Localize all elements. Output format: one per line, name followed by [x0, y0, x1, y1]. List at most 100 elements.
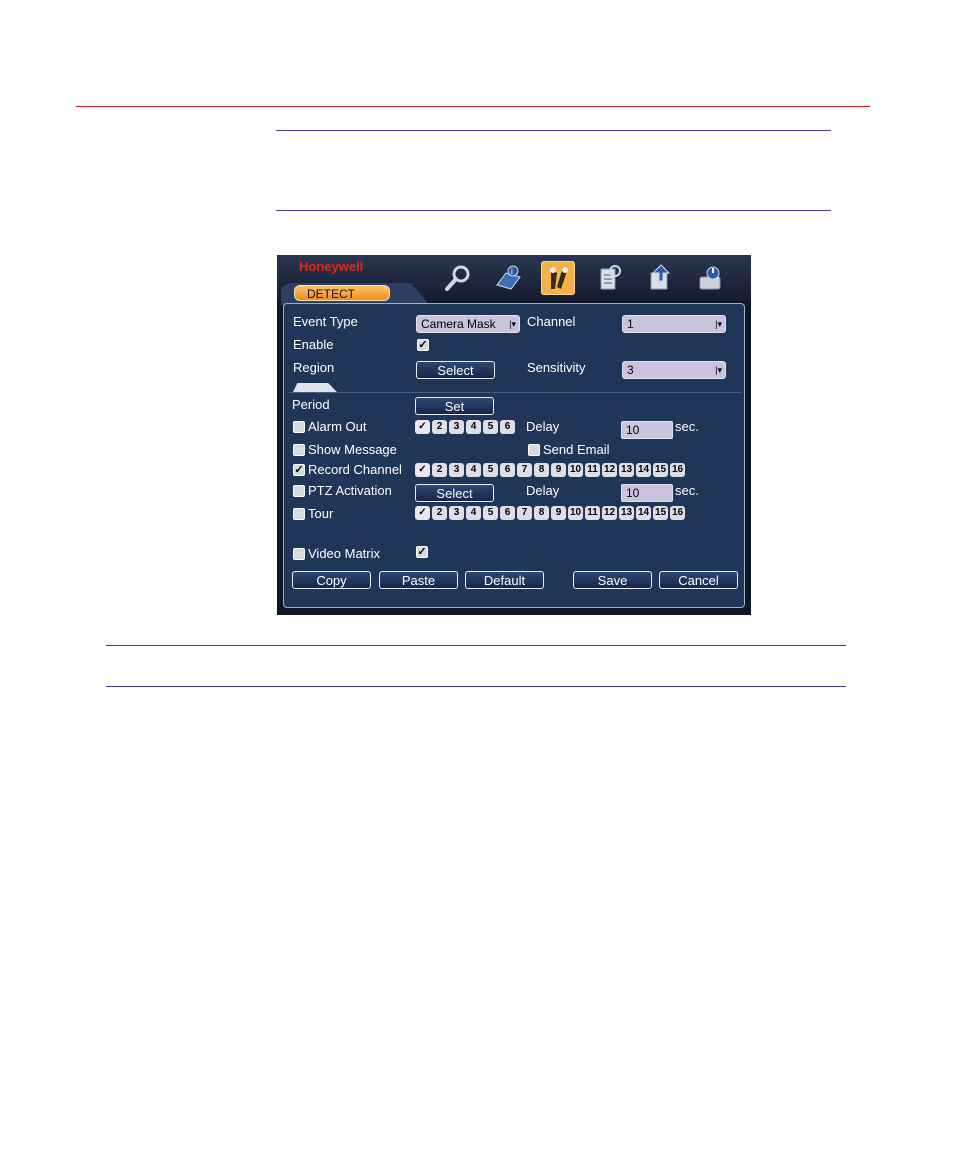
alarm-out-channel-3[interactable]: 3	[449, 420, 464, 434]
tour-channel-6[interactable]: 6	[500, 506, 515, 520]
record-channel-11[interactable]: 11	[585, 463, 600, 477]
cancel-button[interactable]: Cancel	[659, 571, 738, 589]
save-button[interactable]: Save	[573, 571, 652, 589]
alarm-out-channel-5[interactable]: 5	[483, 420, 498, 434]
tour-channel-15[interactable]: 15	[653, 506, 668, 520]
tour-channel-16[interactable]: 16	[670, 506, 685, 520]
tour-channel-12[interactable]: 12	[602, 506, 617, 520]
video-matrix-checkbox[interactable]	[293, 548, 305, 560]
video-matrix-value-checkbox[interactable]: ✓	[416, 546, 428, 558]
chevron-down-icon: |▾	[715, 319, 722, 329]
record-channel-4[interactable]: 4	[466, 463, 481, 477]
search-icon[interactable]	[441, 261, 475, 295]
record-channel-10[interactable]: 10	[568, 463, 583, 477]
info-icon[interactable]: i	[491, 261, 525, 295]
copy-button[interactable]: Copy	[292, 571, 371, 589]
default-button[interactable]: Default	[465, 571, 544, 589]
alarm-out-checkbox[interactable]	[293, 421, 305, 433]
event-type-label: Event Type	[293, 314, 358, 329]
channel-value: 1	[627, 317, 634, 331]
tour-channel-13[interactable]: 13	[619, 506, 634, 520]
tour-channels: ✓ 2 3 4 5 6 7 8 9 10 11 12 13 14 15 16	[415, 506, 685, 520]
send-email-checkbox[interactable]	[528, 444, 540, 456]
tour-channel-1[interactable]: ✓	[415, 506, 430, 520]
alarm-out-channels: ✓ 2 3 4 5 6	[415, 420, 515, 434]
record-channel-checkbox[interactable]: ✓	[293, 464, 305, 476]
record-channels: ✓ 2 3 4 5 6 7 8 9 10 11 12 13 14 15 16	[415, 463, 685, 477]
tour-channel-5[interactable]: 5	[483, 506, 498, 520]
show-message-label: Show Message	[308, 442, 397, 457]
alarm-out-channel-2[interactable]: 2	[432, 420, 447, 434]
sensitivity-label: Sensitivity	[527, 360, 586, 375]
note-rule-top	[276, 130, 831, 131]
alarm-out-channel-1[interactable]: ✓	[415, 420, 430, 434]
send-email-label: Send Email	[543, 442, 610, 457]
record-channel-12[interactable]: 12	[602, 463, 617, 477]
record-channel-1[interactable]: ✓	[415, 463, 430, 477]
caption-rule-bottom	[106, 686, 846, 687]
tour-channel-3[interactable]: 3	[449, 506, 464, 520]
record-channel-14[interactable]: 14	[636, 463, 651, 477]
period-set-button[interactable]: Set	[415, 397, 494, 415]
period-label: Period	[292, 397, 330, 412]
tab-detect[interactable]: DETECT	[294, 285, 390, 301]
svg-text:i: i	[511, 267, 513, 276]
sensitivity-value: 3	[627, 363, 634, 377]
channel-select[interactable]: 1 |▾	[622, 315, 726, 333]
chevron-down-icon: |▾	[509, 319, 516, 329]
tour-channel-8[interactable]: 8	[534, 506, 549, 520]
delay-unit-2: sec.	[675, 483, 699, 498]
paste-button[interactable]: Paste	[379, 571, 458, 589]
tour-channel-2[interactable]: 2	[432, 506, 447, 520]
show-message-checkbox[interactable]	[293, 444, 305, 456]
dvr-detect-window: Honeywell i DETECT Event Type Camera Mas…	[277, 255, 751, 615]
alarm-out-label: Alarm Out	[308, 419, 367, 434]
enable-checkbox[interactable]: ✓	[417, 339, 429, 351]
alarm-out-channel-4[interactable]: 4	[466, 420, 481, 434]
honeywell-logo: Honeywell	[299, 259, 364, 274]
event-type-value: Camera Mask	[421, 317, 496, 331]
tour-channel-9[interactable]: 9	[551, 506, 566, 520]
record-channel-9[interactable]: 9	[551, 463, 566, 477]
delay-input[interactable]: 10	[621, 421, 673, 439]
record-channel-label: Record Channel	[308, 462, 402, 477]
tour-channel-11[interactable]: 11	[585, 506, 600, 520]
tour-channel-4[interactable]: 4	[466, 506, 481, 520]
event-type-select[interactable]: Camera Mask |▾	[416, 315, 520, 333]
record-channel-15[interactable]: 15	[653, 463, 668, 477]
tour-label: Tour	[308, 506, 334, 521]
record-channel-16[interactable]: 16	[670, 463, 685, 477]
delay-label: Delay	[526, 419, 560, 434]
delay-label-2: Delay	[526, 483, 560, 498]
delay-input-2[interactable]: 10	[621, 484, 673, 502]
ptz-activation-checkbox[interactable]	[293, 485, 305, 497]
ptz-select-button[interactable]: Select	[415, 484, 494, 502]
backup-icon[interactable]	[643, 261, 677, 295]
shutdown-icon[interactable]	[693, 261, 727, 295]
record-channel-6[interactable]: 6	[500, 463, 515, 477]
channel-label: Channel	[527, 314, 576, 329]
region-select-button[interactable]: Select	[416, 361, 495, 379]
settings-icon[interactable]	[541, 261, 575, 295]
caption-rule-top	[106, 645, 846, 646]
page-rule-red	[76, 106, 870, 107]
record-channel-2[interactable]: 2	[432, 463, 447, 477]
record-channel-3[interactable]: 3	[449, 463, 464, 477]
record-channel-7[interactable]: 7	[517, 463, 532, 477]
tour-channel-14[interactable]: 14	[636, 506, 651, 520]
record-channel-8[interactable]: 8	[534, 463, 549, 477]
sensitivity-select[interactable]: 3 |▾	[622, 361, 726, 379]
video-matrix-label: Video Matrix	[308, 546, 381, 561]
region-label: Region	[293, 360, 335, 375]
alarm-out-channel-6[interactable]: 6	[500, 420, 515, 434]
chevron-down-icon: |▾	[715, 365, 722, 375]
record-channel-5[interactable]: 5	[483, 463, 498, 477]
tour-channel-10[interactable]: 10	[568, 506, 583, 520]
advanced-icon[interactable]	[593, 261, 627, 295]
tour-channel-7[interactable]: 7	[517, 506, 532, 520]
delay-unit: sec.	[675, 419, 699, 434]
ptz-activation-label: PTZ Activation	[308, 483, 392, 498]
section-divider	[289, 392, 741, 393]
tour-checkbox[interactable]	[293, 508, 305, 520]
record-channel-13[interactable]: 13	[619, 463, 634, 477]
